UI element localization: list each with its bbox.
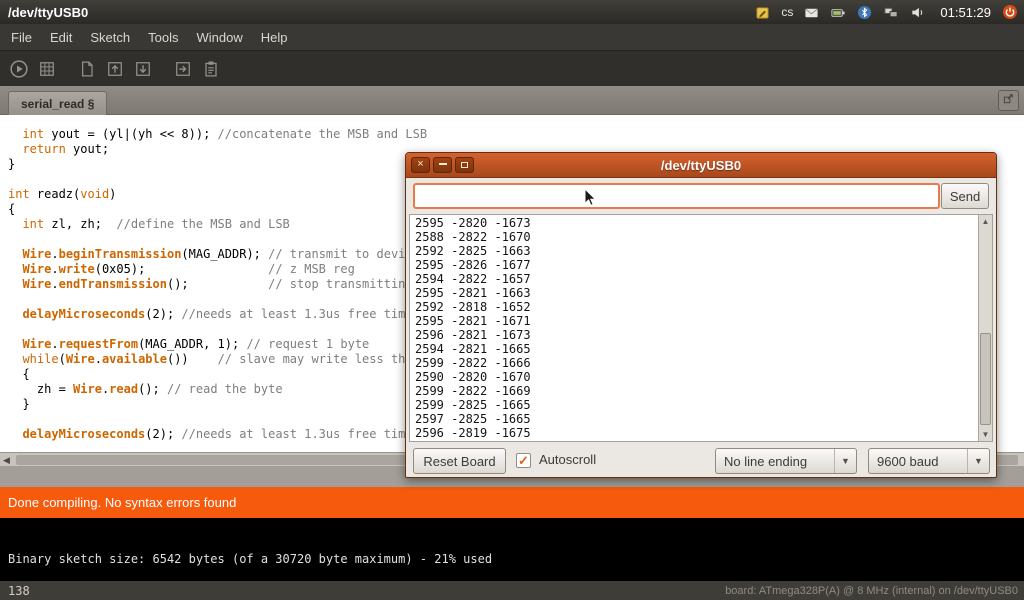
serial-monitor-window: × /dev/ttyUSB0 Send 2595 -2820 -16732588… (405, 152, 997, 478)
mail-icon[interactable] (804, 5, 819, 20)
baud-rate-value: 9600 baud (869, 454, 967, 469)
serial-monitor-body: Send 2595 -2820 -16732588 -2822 -1670259… (406, 178, 996, 477)
menubar: FileEditSketchToolsWindowHelp (0, 24, 1024, 50)
scroll-up-arrow-icon[interactable]: ▲ (979, 215, 992, 228)
compile-status-bar: Done compiling. No syntax errors found (0, 487, 1024, 518)
scroll-down-arrow-icon[interactable]: ▼ (979, 428, 992, 441)
save-sketch-button[interactable] (130, 56, 156, 82)
scrollbar-thumb[interactable] (980, 333, 991, 425)
serial-line: 2599 -2822 -1666 (415, 356, 531, 370)
menu-window[interactable]: Window (187, 26, 251, 49)
serial-line: 2599 -2822 -1669 (415, 384, 531, 398)
tab-bar: serial_read § (0, 86, 1024, 115)
serial-monitor-title: /dev/ttyUSB0 (661, 158, 741, 173)
code-line: int yout = (yl|(yh << 8)); //concatenate… (8, 127, 1024, 142)
scroll-left-arrow-icon[interactable]: ◀ (3, 454, 10, 466)
menu-sketch[interactable]: Sketch (81, 26, 139, 49)
serial-line: 2590 -2820 -1670 (415, 370, 531, 384)
serial-output: 2595 -2820 -16732588 -2822 -16702592 -28… (415, 216, 531, 440)
volume-icon[interactable] (910, 5, 925, 20)
window-controls: × (411, 157, 474, 173)
status-footer: 138 board: ATmega328P(A) @ 8 MHz (intern… (0, 581, 1024, 600)
serial-line: 2596 -2821 -1673 (415, 328, 531, 342)
reset-board-button[interactable]: Reset Board (413, 448, 506, 474)
chevron-down-icon: ▼ (967, 449, 989, 473)
console-output: Binary sketch size: 6542 bytes (of a 307… (8, 552, 492, 566)
line-number-indicator: 138 (8, 584, 30, 598)
autoscroll-checkbox[interactable]: ✓ (516, 453, 531, 468)
tab-serial-read[interactable]: serial_read § (8, 91, 107, 115)
keyboard-layout-indicator[interactable]: cs (781, 5, 793, 19)
serial-line: 2597 -2825 -1665 (415, 412, 531, 426)
autoscroll-label[interactable]: Autoscroll (539, 452, 596, 467)
network-icon[interactable] (883, 5, 899, 20)
power-icon[interactable] (1002, 4, 1018, 20)
serial-line: 2595 -2826 -1677 (415, 258, 531, 272)
maximize-icon[interactable] (455, 157, 474, 173)
serial-line: 2592 -2825 -1663 (415, 244, 531, 258)
verify-button[interactable] (6, 56, 32, 82)
toolbar (0, 50, 1024, 86)
serial-vertical-scrollbar[interactable]: ▲ ▼ (978, 215, 992, 441)
serial-line: 2596 -2819 -1675 (415, 426, 531, 440)
top-panel: /dev/ttyUSB0 cs 01:51:29 (0, 0, 1024, 24)
serial-line: 2594 -2821 -1665 (415, 342, 531, 356)
serial-output-area[interactable]: 2595 -2820 -16732588 -2822 -16702592 -28… (409, 214, 993, 442)
menu-help[interactable]: Help (252, 26, 297, 49)
line-ending-value: No line ending (716, 454, 834, 469)
window-title: /dev/ttyUSB0 (8, 5, 88, 20)
open-sketch-button[interactable] (102, 56, 128, 82)
send-button[interactable]: Send (941, 183, 989, 209)
upload-button[interactable] (170, 56, 196, 82)
serial-monitor-titlebar[interactable]: × /dev/ttyUSB0 (406, 153, 996, 178)
menu-tools[interactable]: Tools (139, 26, 187, 49)
serial-line: 2588 -2822 -1670 (415, 230, 531, 244)
serial-monitor-button[interactable] (198, 56, 224, 82)
tab-menu-button[interactable] (998, 90, 1019, 111)
system-tray: cs 01:51:29 (755, 4, 1018, 20)
minimize-icon[interactable] (433, 157, 452, 173)
clock[interactable]: 01:51:29 (940, 5, 991, 20)
menu-file[interactable]: File (2, 26, 41, 49)
serial-line: 2595 -2820 -1673 (415, 216, 531, 230)
stop-button[interactable] (34, 56, 60, 82)
menu-edit[interactable]: Edit (41, 26, 81, 49)
status-message: Done compiling. No syntax errors found (8, 495, 236, 510)
serial-send-input[interactable] (413, 183, 940, 209)
serial-line: 2594 -2822 -1657 (415, 272, 531, 286)
close-icon[interactable]: × (411, 157, 430, 173)
popout-arrow-icon (1002, 92, 1015, 110)
serial-line: 2595 -2821 -1671 (415, 314, 531, 328)
serial-line: 2599 -2825 -1665 (415, 398, 531, 412)
notes-icon[interactable] (755, 5, 770, 20)
baud-rate-dropdown[interactable]: 9600 baud ▼ (868, 448, 990, 474)
build-console: Binary sketch size: 6542 bytes (of a 307… (0, 518, 1024, 581)
line-ending-dropdown[interactable]: No line ending ▼ (715, 448, 857, 474)
chevron-down-icon: ▼ (834, 449, 856, 473)
battery-icon[interactable] (830, 5, 846, 20)
serial-line: 2592 -2818 -1652 (415, 300, 531, 314)
bluetooth-icon[interactable] (857, 5, 872, 20)
desktop: /dev/ttyUSB0 cs 01:51:29 FileEditSketchT… (0, 0, 1024, 600)
board-info: board: ATmega328P(A) @ 8 MHz (internal) … (725, 585, 1018, 597)
new-sketch-button[interactable] (74, 56, 100, 82)
serial-line: 2595 -2821 -1663 (415, 286, 531, 300)
